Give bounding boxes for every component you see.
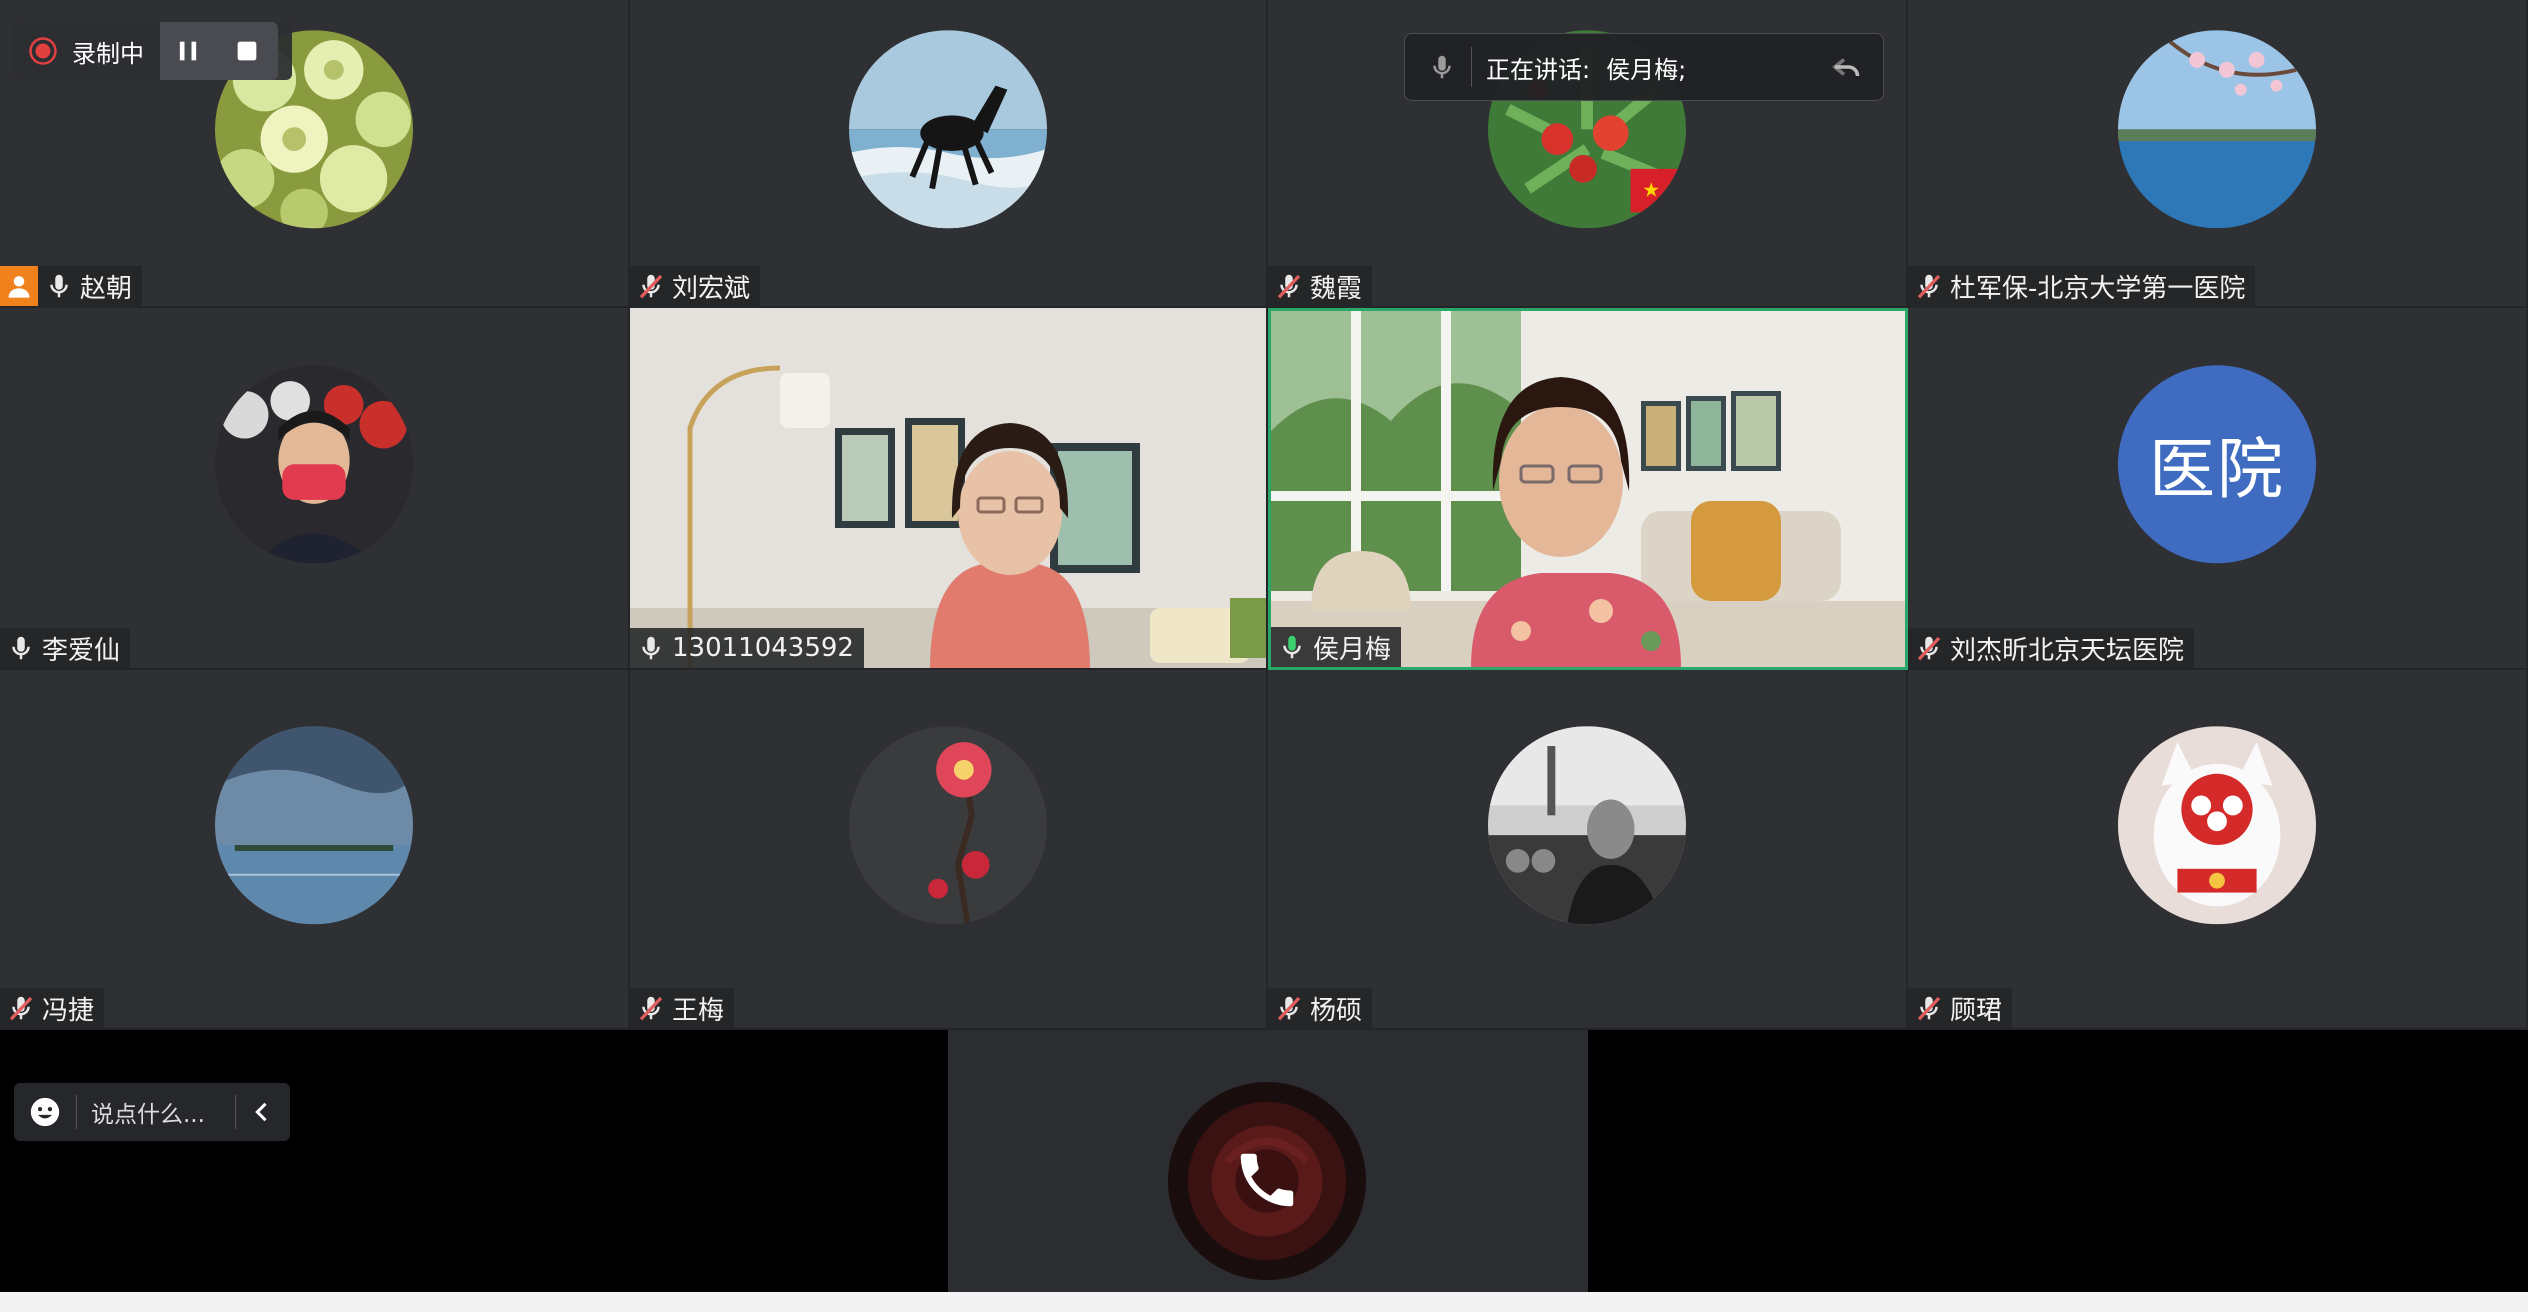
divider (235, 1095, 236, 1129)
avatar-masked-person (215, 365, 413, 564)
meeting-window: 赵朝 刘宏斌 ★ 魏霞 杜军保-北京大学第一医院 李爱仙 13011043592… (0, 0, 2528, 1312)
name-tag: 侯月梅 (1271, 627, 1402, 667)
participant-tile-yang-shuo[interactable]: 杨硕 (1268, 670, 1908, 1030)
name-tag: 冯捷 (0, 988, 105, 1028)
mic-icon (642, 636, 660, 660)
collapse-icon[interactable] (1829, 49, 1865, 85)
participant-tile-du-junbao[interactable]: 杜军保-北京大学第一医院 (1908, 0, 2528, 308)
video-feed (630, 308, 1266, 668)
participant-name: 杨硕 (1310, 995, 1363, 1026)
participant-name: 赵朝 (80, 273, 133, 304)
svg-text:★: ★ (1642, 179, 1660, 202)
taskbar-edge (0, 1292, 2528, 1312)
pause-recording-button[interactable] (160, 22, 216, 80)
mic-icon (1433, 55, 1451, 79)
participant-tile-liu-hongbin[interactable]: 刘宏斌 (630, 0, 1268, 308)
video-feed (1271, 311, 1905, 667)
name-tag: 杨硕 (1268, 988, 1373, 1028)
stop-icon (237, 41, 257, 61)
participant-tile-13011043592[interactable]: 13011043592 (630, 308, 1268, 670)
chat-input[interactable]: 说点什么... (91, 1095, 205, 1129)
name-tag: 王梅 (630, 988, 735, 1028)
recording-bar: 录制中 (14, 22, 292, 80)
participant-name: 顾珺 (1950, 995, 2003, 1026)
participant-tile-liu-jiexin[interactable]: 医院 刘杰昕北京天坛医院 (1908, 308, 2528, 670)
host-badge (0, 266, 38, 306)
avatar-text: 医院 (2118, 365, 2316, 564)
mic-muted-icon (1917, 996, 1941, 1021)
participant-tile-gu-jun[interactable]: 顾珺 (1908, 670, 2528, 1030)
name-tag: 刘宏斌 (630, 266, 761, 306)
recording-status: 录制中 (72, 39, 144, 68)
avatar-lucky-cat (2118, 726, 2316, 925)
participant-name: 刘宏斌 (672, 273, 751, 304)
participant-name: 杜军保-北京大学第一医院 (1950, 273, 2246, 304)
divider (1471, 47, 1472, 87)
mic-muted-icon (1917, 636, 1941, 661)
chat-bar: 说点什么... (14, 1083, 290, 1141)
host-icon (8, 276, 30, 298)
emoji-icon[interactable] (28, 1095, 62, 1129)
mic-muted-icon (639, 274, 663, 299)
mic-muted-icon (1917, 274, 1941, 299)
speaking-name: 侯月梅; (1606, 55, 1687, 84)
name-tag: 刘杰昕北京天坛医院 (1908, 628, 2195, 668)
record-icon (29, 37, 57, 65)
speaking-prefix: 正在讲话: (1486, 55, 1591, 84)
name-tag: 13011043592 (630, 628, 864, 668)
participant-tile-wang-mei[interactable]: 王梅 (630, 670, 1268, 1030)
avatar-horse (849, 30, 1047, 229)
mic-icon (12, 636, 30, 660)
mic-muted-icon (1277, 274, 1301, 299)
name-tag: 顾珺 (1908, 988, 2013, 1028)
mic-muted-icon (639, 996, 663, 1021)
avatar-plum-blossom (849, 726, 1047, 925)
avatar-cloudy-lake (215, 726, 413, 925)
participant-name: 王梅 (672, 995, 725, 1026)
participant-name: 魏霞 (1310, 273, 1363, 304)
participant-name: 冯捷 (42, 995, 95, 1026)
mic-icon (50, 274, 68, 298)
name-tag: 赵朝 (38, 266, 143, 306)
phone-icon (1240, 1153, 1294, 1207)
participant-name: 侯月梅 (1313, 634, 1392, 665)
avatar-man-bw (1488, 726, 1686, 925)
mic-muted-icon (9, 996, 33, 1021)
name-tag: 魏霞 (1268, 266, 1373, 306)
participant-tile-hou-yuemei[interactable]: 侯月梅 (1268, 308, 1908, 670)
participant-name: 13011043592 (672, 633, 854, 663)
mic-icon (1283, 635, 1301, 659)
mic-muted-icon (1277, 996, 1301, 1021)
avatar-lake (2118, 30, 2316, 229)
participant-name: 李爱仙 (42, 635, 121, 666)
now-speaking-bar: 正在讲话: 侯月梅; (1404, 33, 1884, 101)
stop-recording-button[interactable] (216, 22, 278, 80)
participant-name: 刘杰昕北京天坛医院 (1950, 635, 2185, 666)
participant-tile-li-aixian[interactable]: 李爱仙 (0, 308, 630, 670)
name-tag: 李爱仙 (0, 628, 131, 668)
name-tag: 杜军保-北京大学第一医院 (1908, 266, 2256, 306)
divider (76, 1095, 77, 1129)
pause-icon (179, 41, 197, 61)
phone-participant-tile[interactable] (948, 1030, 1588, 1292)
collapse-chevron-icon[interactable] (248, 1098, 276, 1126)
participant-tile-feng-jie[interactable]: 冯捷 (0, 670, 630, 1030)
